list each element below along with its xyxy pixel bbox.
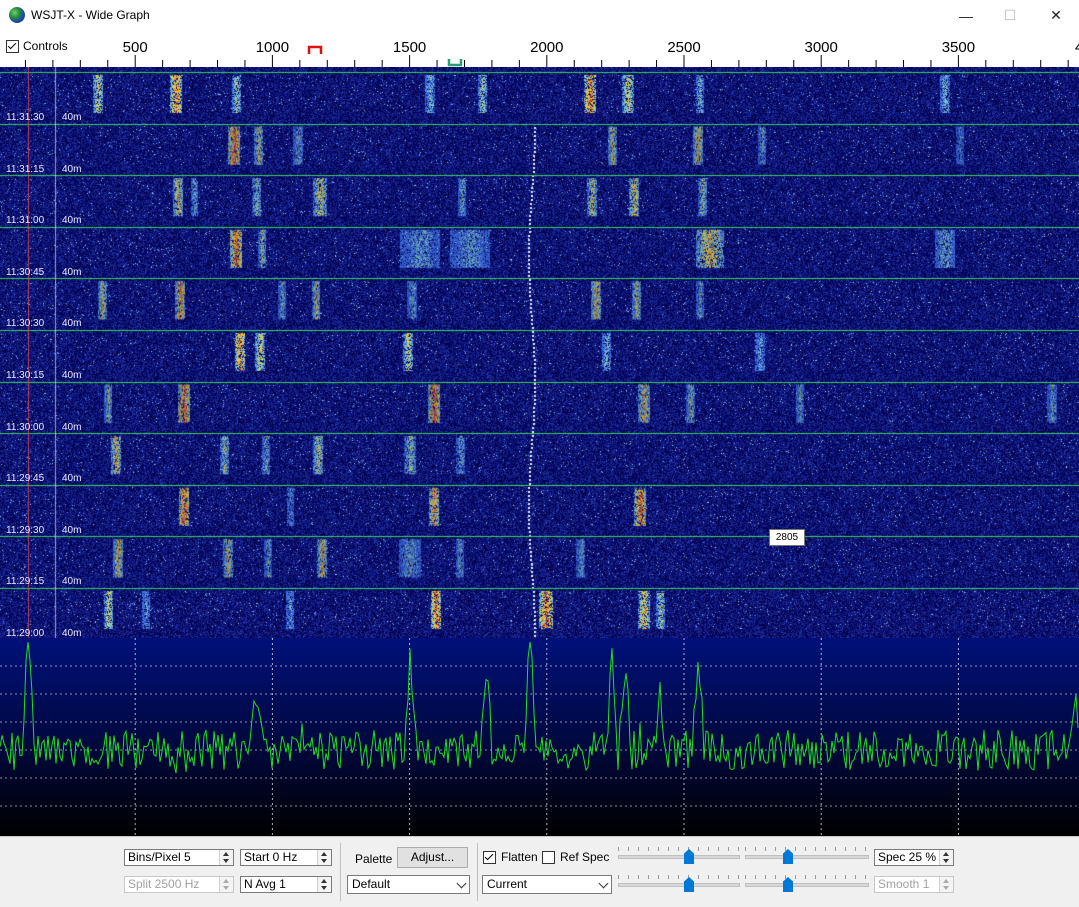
ref-spec-label: Ref Spec (560, 850, 610, 864)
spin-arrows-icon (219, 877, 233, 892)
slider-thumb[interactable] (684, 877, 694, 892)
split-value: Split 2500 Hz (128, 877, 200, 891)
smooth-value: Smooth 1 (878, 877, 930, 891)
frequency-tick-label: 2500 (667, 39, 700, 56)
frequency-tick-label: 3000 (805, 39, 838, 56)
chevron-down-icon (598, 878, 609, 889)
frequency-scale[interactable]: 500 1000 1500 2000 2500 3000 3500 4 (0, 31, 1079, 67)
frequency-tooltip: 2805 (769, 529, 805, 546)
spec-percent-spinbox[interactable]: Spec 25 % (874, 849, 954, 866)
spectrum-zero-slider[interactable] (618, 875, 740, 893)
spin-arrows-icon[interactable] (219, 850, 233, 865)
separator (477, 843, 478, 901)
spectrum-plot[interactable] (0, 638, 1079, 836)
controls-check-box[interactable] (6, 39, 19, 53)
bins-per-pixel-spinbox[interactable]: Bins/Pixel 5 (124, 849, 234, 866)
palette-adjust-button[interactable]: Adjust... (397, 847, 468, 868)
waterfall-gain-slider[interactable] (745, 847, 869, 865)
ref-spec-checkbox[interactable]: Ref Spec (542, 850, 609, 864)
chevron-down-icon (456, 878, 467, 889)
waterfall-display[interactable] (0, 67, 1079, 638)
spectrum-mode-value: Current (487, 877, 528, 891)
ref-spec-check-box[interactable] (542, 850, 555, 864)
slider-thumb[interactable] (783, 849, 793, 864)
n-avg-value: N Avg 1 (244, 877, 286, 891)
window-title: WSJT-X - Wide Graph (31, 8, 150, 22)
spin-arrows-icon[interactable] (317, 877, 331, 892)
baseline-slider[interactable] (618, 847, 740, 865)
rx-frequency-marker[interactable] (307, 45, 323, 54)
flatten-check-box[interactable] (483, 850, 496, 864)
wsjtx-globe-icon (9, 7, 25, 23)
spin-arrows-icon[interactable] (317, 850, 331, 865)
slider-thumb[interactable] (783, 877, 793, 892)
smooth-spinbox: Smooth 1 (874, 876, 954, 893)
palette-combo[interactable]: Default (347, 875, 470, 894)
n-avg-spinbox[interactable]: N Avg 1 (240, 876, 332, 893)
spin-arrows-icon[interactable] (939, 850, 953, 865)
slider-thumb[interactable] (684, 849, 694, 864)
frequency-tick-label: 3500 (942, 39, 975, 56)
title-bar: WSJT-X - Wide Graph — ☐ ✕ (0, 0, 1079, 32)
palette-label: Palette (355, 852, 393, 866)
tx-frequency-marker[interactable] (447, 59, 463, 67)
close-button[interactable]: ✕ (1033, 0, 1079, 31)
controls-checkbox[interactable]: Controls (6, 39, 68, 53)
split-spinbox: Split 2500 Hz (124, 876, 234, 893)
palette-value: Default (352, 877, 391, 891)
spectrum-gain-slider[interactable] (745, 875, 869, 893)
start-frequency-value: Start 0 Hz (244, 850, 298, 864)
spectrum-mode-combo[interactable]: Current (482, 875, 612, 894)
separator (340, 843, 341, 901)
frequency-tick-label: 1500 (393, 39, 426, 56)
spec-percent-value: Spec 25 % (878, 850, 937, 864)
minimize-button[interactable]: — (943, 0, 989, 31)
flatten-checkbox[interactable]: Flatten (483, 850, 538, 864)
maximize-button[interactable]: ☐ (987, 0, 1033, 31)
frequency-tick-label: 2000 (530, 39, 563, 56)
frequency-tick-label: 500 (123, 39, 148, 56)
bins-per-pixel-value: Bins/Pixel 5 (128, 850, 191, 864)
flatten-label: Flatten (501, 850, 538, 864)
frequency-tick-label: 1000 (256, 39, 289, 56)
frequency-tick-label: 4 (1075, 39, 1079, 56)
controls-label: Controls (23, 39, 68, 53)
start-frequency-spinbox[interactable]: Start 0 Hz (240, 849, 332, 866)
spin-arrows-icon (939, 877, 953, 892)
wide-graph-controls: Bins/Pixel 5 Start 0 Hz Split 2500 Hz N … (0, 836, 1079, 907)
